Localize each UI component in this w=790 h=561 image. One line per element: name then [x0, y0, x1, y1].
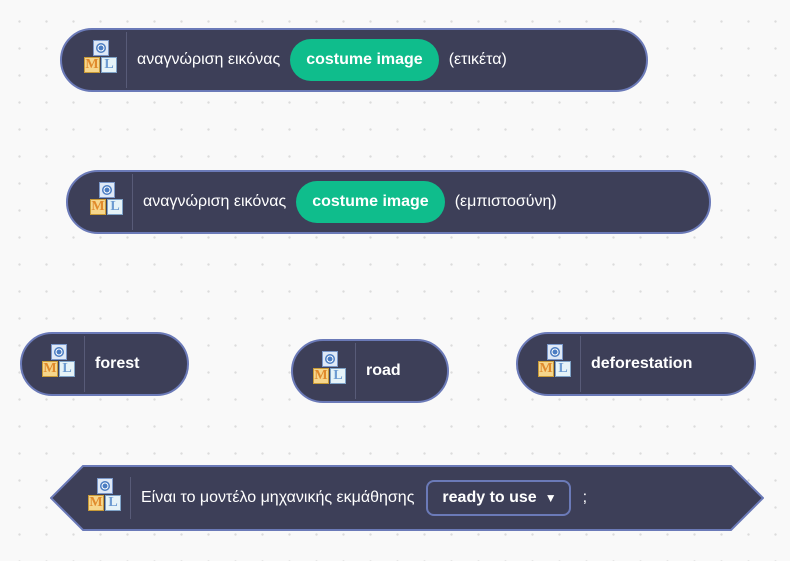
block-divider: [84, 336, 85, 392]
model-ready-content: M L Είναι το μοντέλο μηχανικής εκμάθησης…: [88, 465, 587, 531]
block-suffix: ;: [582, 489, 588, 506]
model-status-dropdown[interactable]: ready to use ▼: [426, 480, 571, 516]
label-text: forest: [95, 355, 140, 372]
block-suffix: (εμπιστοσύνη): [454, 193, 557, 210]
ml-blocks-icon: M L: [90, 182, 124, 222]
label-block-forest[interactable]: M L forest: [20, 332, 189, 396]
ml-blocks-icon: M L: [84, 40, 118, 80]
caret-down-icon: ▼: [544, 491, 557, 505]
block-divider: [126, 32, 127, 88]
block-divider: [580, 336, 581, 392]
block-text: αναγνώριση εικόνας: [143, 193, 287, 210]
block-text: Είναι το μοντέλο μηχανικής εκμάθησης: [141, 489, 415, 506]
block-text: αναγνώριση εικόνας: [137, 51, 281, 68]
label-text: road: [366, 362, 401, 379]
dropdown-value: ready to use: [442, 489, 537, 506]
costume-image-input[interactable]: costume image: [290, 39, 439, 81]
block-divider: [355, 343, 356, 399]
ml-blocks-icon: M L: [538, 344, 572, 384]
block-suffix: (ετικέτα): [448, 51, 507, 68]
block-divider: [132, 174, 133, 230]
model-ready-block[interactable]: M L Είναι το μοντέλο μηχανικής εκμάθησης…: [50, 465, 764, 531]
costume-image-input[interactable]: costume image: [296, 181, 445, 223]
label-block-road[interactable]: M L road: [291, 339, 449, 403]
ml-blocks-icon: M L: [88, 478, 122, 518]
block-divider: [130, 477, 131, 519]
label-text: deforestation: [591, 355, 693, 372]
label-block-deforestation[interactable]: M L deforestation: [516, 332, 756, 396]
image-recognition-confidence-block[interactable]: M L αναγνώριση εικόνας costume image (εμ…: [66, 170, 711, 234]
ml-blocks-icon: M L: [313, 351, 347, 391]
image-recognition-label-block[interactable]: M L αναγνώριση εικόνας costume image (ετ…: [60, 28, 648, 92]
ml-blocks-icon: M L: [42, 344, 76, 384]
